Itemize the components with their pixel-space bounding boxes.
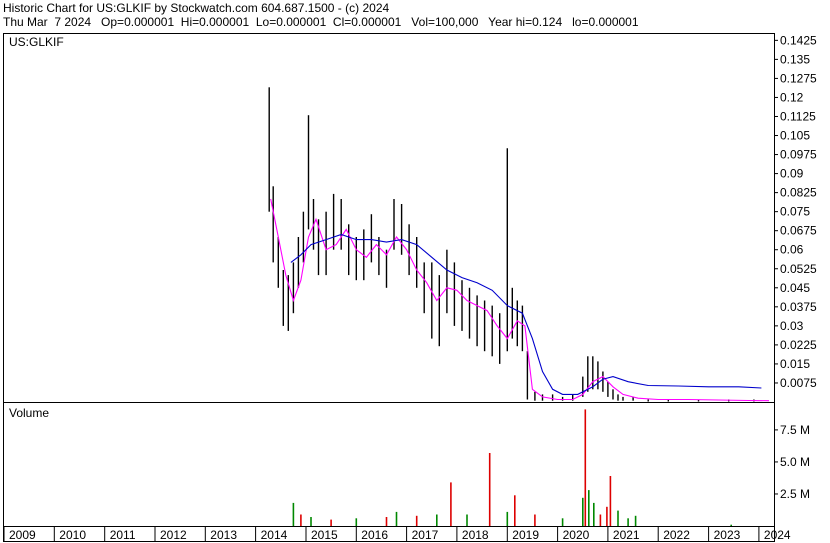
year-tick-label: 2016 bbox=[361, 528, 388, 542]
year-tick-label: 2024 bbox=[764, 528, 791, 542]
price-tick-label: 0.105 bbox=[780, 129, 810, 143]
year-tick-label: 2021 bbox=[613, 528, 640, 542]
price-tick-label: 0.0825 bbox=[780, 186, 817, 200]
year-tick-label: 2013 bbox=[210, 528, 237, 542]
stock-chart: US:GLKIF Volume 0.0075 0.015 0.0225 0.03 0.0… bbox=[3, 33, 817, 542]
price-tick-label: 0.0675 bbox=[780, 224, 817, 238]
volume-tick-label: 2.5 M bbox=[780, 487, 810, 501]
price-tick-label: 0.0375 bbox=[780, 300, 817, 314]
price-tick-label: 0.0075 bbox=[780, 376, 817, 390]
price-panel-title: US:GLKIF bbox=[9, 35, 64, 49]
price-tick-label: 0.03 bbox=[780, 319, 804, 333]
year-tick-label: 2009 bbox=[9, 528, 36, 542]
year-tick-label: 2023 bbox=[714, 528, 741, 542]
year-tick-label: 2015 bbox=[311, 528, 338, 542]
price-tick-label: 0.0225 bbox=[780, 338, 817, 352]
volume-tick-label: 7.5 M bbox=[780, 423, 810, 437]
price-tick-label: 0.1125 bbox=[780, 110, 816, 124]
year-tick-label: 2011 bbox=[110, 528, 136, 542]
price-tick-label: 0.06 bbox=[780, 243, 804, 257]
price-tick-label: 0.1275 bbox=[780, 71, 817, 85]
year-tick-label: 2017 bbox=[412, 528, 439, 542]
year-tick-label: 2014 bbox=[261, 528, 288, 542]
year-tick-label: 2019 bbox=[512, 528, 539, 542]
price-tick-label: 0.12 bbox=[780, 90, 804, 104]
year-tick-label: 2010 bbox=[59, 528, 86, 542]
long-moving-average-line bbox=[290, 233, 762, 395]
year-tick-label: 2020 bbox=[563, 528, 590, 542]
year-tick-label: 2018 bbox=[462, 528, 489, 542]
price-tick-label: 0.045 bbox=[780, 281, 810, 295]
year-tick-label: 2022 bbox=[663, 528, 690, 542]
price-tick-label: 0.0975 bbox=[780, 148, 817, 162]
short-moving-average-line bbox=[270, 198, 770, 402]
price-panel-frame bbox=[3, 33, 775, 403]
price-tick-label: 0.135 bbox=[780, 52, 810, 66]
price-tick-label: 0.1425 bbox=[780, 33, 817, 47]
volume-panel-frame bbox=[3, 402, 775, 527]
price-tick-label: 0.0525 bbox=[780, 262, 817, 276]
price-tick-label: 0.075 bbox=[780, 205, 810, 219]
year-tick-label: 2012 bbox=[160, 528, 187, 542]
price-tick-label: 0.015 bbox=[780, 357, 810, 371]
volume-panel-title: Volume bbox=[9, 406, 49, 420]
volume-tick-label: 5.0 M bbox=[780, 455, 810, 469]
price-tick-label: 0.09 bbox=[780, 167, 804, 181]
